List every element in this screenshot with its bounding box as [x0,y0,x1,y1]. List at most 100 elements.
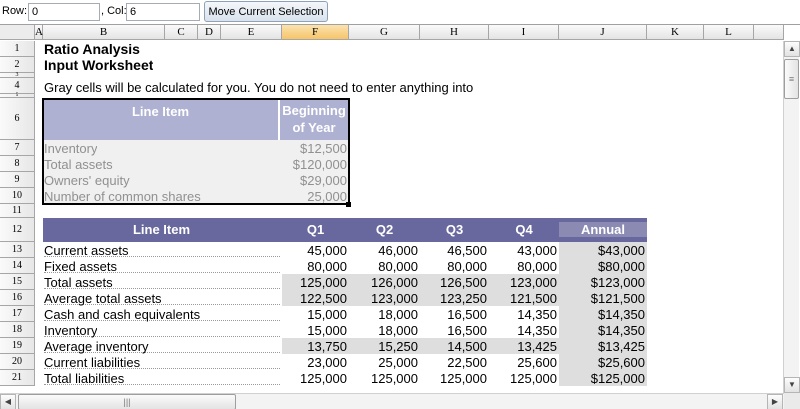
quarter-row-q4[interactable]: 43,000 [489,243,557,258]
row-header-16[interactable]: 16 [0,290,35,306]
column-header-i[interactable]: I [489,25,559,40]
quarter-row-label[interactable]: Current assets [44,243,129,258]
quarter-row-q1[interactable]: 15,000 [282,307,347,322]
quarter-row-q3[interactable]: 46,500 [420,243,487,258]
quarter-row-annual[interactable]: $14,350 [559,323,645,338]
quarter-row-q2[interactable]: 46,000 [349,243,418,258]
quarter-row-q2[interactable]: 18,000 [349,307,418,322]
column-header-f[interactable]: F [282,25,349,40]
row-header-2[interactable]: 2 [0,57,35,73]
quarter-row-q1[interactable]: 80,000 [282,259,347,274]
quarter-row-q1[interactable]: 125,000 [282,371,347,386]
quarter-row-label[interactable]: Total liabilities [44,371,124,386]
horizontal-scrollbar[interactable]: ◀ ||| ▶ [0,393,784,409]
column-header-h[interactable]: H [420,25,489,40]
quarter-row-annual[interactable]: $80,000 [559,259,645,274]
row-header-9[interactable]: 9 [0,172,35,188]
spreadsheet-grid[interactable]: A B C D E F G H I J K L 1 2 3 4 5 6 7 8 … [0,24,800,409]
column-header-c[interactable]: C [165,25,198,40]
row-header-10[interactable]: 10 [0,188,35,204]
quarter-row-q3[interactable]: 80,000 [420,259,487,274]
row-header-19[interactable]: 19 [0,338,35,354]
quarter-row-q3[interactable]: 126,500 [420,275,487,290]
quarter-row-annual[interactable]: $25,600 [559,355,645,370]
quarter-row-annual[interactable]: $121,500 [559,291,645,306]
quarter-row-annual[interactable]: $43,000 [559,243,645,258]
row-header-21[interactable]: 21 [0,370,35,386]
scroll-down-icon[interactable]: ▼ [784,377,800,393]
quarter-row-label[interactable]: Cash and cash equivalents [44,307,200,322]
quarter-row-q4[interactable]: 13,425 [489,339,557,354]
scroll-left-icon[interactable]: ◀ [0,394,16,409]
scroll-up-icon[interactable]: ▲ [784,41,800,57]
quarter-row-q2[interactable]: 25,000 [349,355,418,370]
quarter-row-label[interactable]: Fixed assets [44,259,117,274]
quarter-row-label[interactable]: Average total assets [44,291,162,306]
column-header-g[interactable]: G [349,25,420,40]
row-input[interactable] [28,3,100,21]
quarter-row-q2[interactable]: 15,250 [349,339,418,354]
quarter-row-q4[interactable]: 80,000 [489,259,557,274]
quarter-row-q2[interactable]: 123,000 [349,291,418,306]
quarter-row-q3[interactable]: 16,500 [420,323,487,338]
quarter-row-label[interactable]: Current liabilities [44,355,140,370]
quarter-row-q3[interactable]: 16,500 [420,307,487,322]
quarter-row-q1[interactable]: 125,000 [282,275,347,290]
selection-toolbar: Row: , Col: Move Current Selection [0,0,800,24]
quarter-row-q4[interactable]: 125,000 [489,371,557,386]
quarter-row-annual[interactable]: $125,000 [559,371,645,386]
quarter-row-q4[interactable]: 25,600 [489,355,557,370]
quarter-row-q2[interactable]: 126,000 [349,275,418,290]
quarter-row-label[interactable]: Average inventory [44,339,149,354]
row-header-17[interactable]: 17 [0,306,35,322]
quarter-row-q4[interactable]: 121,500 [489,291,557,306]
quarter-row-q2[interactable]: 18,000 [349,323,418,338]
quarter-row-q1[interactable]: 45,000 [282,243,347,258]
row-header-20[interactable]: 20 [0,354,35,370]
select-all-corner[interactable] [0,25,35,40]
row-header-8[interactable]: 8 [0,156,35,172]
quarter-row-annual[interactable]: $13,425 [559,339,645,354]
row-header-11[interactable]: 11 [0,204,35,218]
column-header-k[interactable]: K [647,25,704,40]
column-header-d[interactable]: D [198,25,221,40]
quarter-row-q2[interactable]: 80,000 [349,259,418,274]
column-header-e[interactable]: E [221,25,282,40]
quarter-row-annual[interactable]: $14,350 [559,307,645,322]
row-header-6[interactable]: 6 [0,98,35,140]
quarter-row-q1[interactable]: 13,750 [282,339,347,354]
quarter-row-q3[interactable]: 14,500 [420,339,487,354]
quarter-row-q1[interactable]: 15,000 [282,323,347,338]
row-header-14[interactable]: 14 [0,258,35,274]
column-header-j[interactable]: J [559,25,647,40]
row-header-18[interactable]: 18 [0,322,35,338]
selection-fill-handle[interactable] [346,202,351,207]
quarter-row-q3[interactable]: 125,000 [420,371,487,386]
column-header-b[interactable]: B [43,25,165,40]
quarter-row-label[interactable]: Total assets [44,275,113,290]
column-header-a[interactable]: A [35,25,43,40]
quarter-row-q3[interactable]: 22,500 [420,355,487,370]
scroll-right-icon[interactable]: ▶ [767,394,783,409]
row-header-12[interactable]: 12 [0,218,35,242]
vertical-scrollbar[interactable]: ▲ ≡ ▼ [783,41,800,393]
quarter-row-q4[interactable]: 123,000 [489,275,557,290]
row-header-1[interactable]: 1 [0,41,35,57]
quarter-row-label[interactable]: Inventory [44,323,97,338]
row-header-7[interactable]: 7 [0,140,35,156]
vertical-scroll-thumb[interactable]: ≡ [784,59,799,99]
column-header-l[interactable]: L [704,25,754,40]
quarter-row-q2[interactable]: 125,000 [349,371,418,386]
col-input[interactable] [126,3,200,21]
row-header-4[interactable]: 4 [0,78,35,94]
quarter-row-q3[interactable]: 123,250 [420,291,487,306]
row-header-15[interactable]: 15 [0,274,35,290]
quarter-row-q4[interactable]: 14,350 [489,307,557,322]
quarter-row-q1[interactable]: 23,000 [282,355,347,370]
quarter-row-annual[interactable]: $123,000 [559,275,645,290]
horizontal-scroll-thumb[interactable]: ||| [18,394,236,409]
quarter-row-q1[interactable]: 122,500 [282,291,347,306]
move-current-selection-button[interactable]: Move Current Selection [204,1,328,22]
quarter-row-q4[interactable]: 14,350 [489,323,557,338]
row-header-13[interactable]: 13 [0,242,35,258]
